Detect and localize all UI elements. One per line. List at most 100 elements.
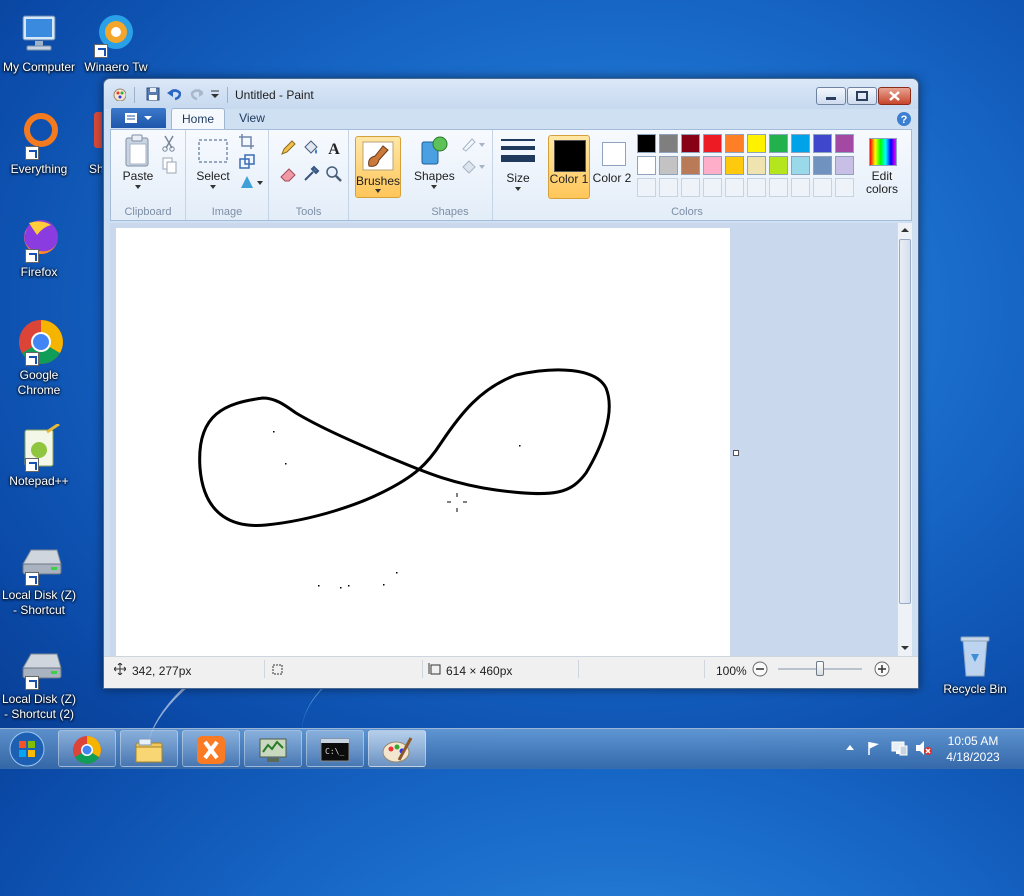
clock-time: 10:05 AM [947,734,999,748]
palette-swatch[interactable] [791,134,810,153]
custom-color-slot[interactable] [813,178,832,197]
desktop-icon-everything[interactable]: Everything [0,112,79,177]
palette-swatch[interactable] [813,156,832,175]
paint-window[interactable]: Untitled - Paint Home View ? Paste Clipb… [103,78,919,689]
custom-color-slot[interactable] [703,178,722,197]
show-hidden-icons-icon[interactable] [845,743,855,751]
vertical-scrollbar[interactable] [897,223,912,656]
zoom-slider-thumb[interactable] [816,661,824,676]
desktop-icon-winaero[interactable]: Winaero Tw [76,10,156,75]
zoom-in-icon[interactable] [874,661,890,677]
help-icon[interactable]: ? [896,111,912,127]
scrollbar-thumb[interactable] [899,239,911,604]
canvas-resize-handle[interactable] [733,450,739,456]
minimize-button[interactable] [816,87,846,105]
taskbar-paint[interactable] [368,730,426,767]
start-button[interactable] [5,729,49,769]
desktop-icon-local-disk-z-2[interactable]: Local Disk (Z) - Shortcut (2) [0,642,79,722]
palette-swatch[interactable] [659,134,678,153]
zoom-out-icon[interactable] [752,661,768,677]
taskbar-network-monitor[interactable] [244,730,302,767]
pencil-tool[interactable] [278,138,298,158]
custom-color-slot[interactable] [791,178,810,197]
custom-color-slot[interactable] [835,178,854,197]
palette-swatch[interactable] [813,134,832,153]
action-center-flag-icon[interactable] [866,740,882,756]
desktop-icon-recycle-bin[interactable]: Recycle Bin [935,632,1015,697]
copy-icon[interactable] [160,156,178,174]
qat-customize-icon[interactable] [210,87,224,101]
palette-swatch[interactable] [747,134,766,153]
palette-swatch[interactable] [703,134,722,153]
redo-icon[interactable] [189,87,203,101]
desktop-icon-chrome[interactable]: Google Chrome [0,318,79,398]
tab-home[interactable]: Home [171,108,225,129]
color2-button[interactable]: Color 2 [592,135,632,199]
palette-swatch[interactable] [637,156,656,175]
undo-icon[interactable] [167,87,181,101]
color-picker-tool[interactable] [301,164,321,184]
custom-color-slot[interactable] [769,178,788,197]
palette-swatch[interactable] [637,134,656,153]
crop-icon[interactable] [238,133,256,151]
text-tool[interactable]: A [324,138,344,158]
desktop-icon-partial[interactable]: Sh [76,112,102,177]
desktop-icon-local-disk-z[interactable]: Local Disk (Z) - Shortcut [0,538,79,618]
tab-view[interactable]: View [230,108,274,129]
palette-swatch[interactable] [769,156,788,175]
palette-swatch[interactable] [725,134,744,153]
system-clock[interactable]: 10:05 AM 4/18/2023 [933,733,1013,765]
palette-swatch[interactable] [703,156,722,175]
palette-swatch[interactable] [791,156,810,175]
close-button[interactable] [878,87,911,105]
volume-muted-icon[interactable] [914,740,932,756]
palette-swatch[interactable] [659,156,678,175]
desktop-icon-notepadpp[interactable]: Notepad++ [0,422,79,489]
fill-icon[interactable] [460,157,486,175]
network-icon[interactable] [890,740,908,756]
taskbar-xampp[interactable] [182,730,240,767]
scroll-up-icon[interactable] [901,227,909,233]
palette-swatch[interactable] [681,134,700,153]
desktop-icon-my-computer[interactable]: My Computer [0,10,79,75]
desktop-icon-firefox[interactable]: Firefox [0,215,79,280]
fill-tool[interactable] [301,138,321,158]
taskbar-chrome[interactable] [58,730,116,767]
outline-icon[interactable] [460,135,486,153]
custom-color-slot[interactable] [725,178,744,197]
custom-color-slot[interactable] [659,178,678,197]
taskbar-cmd[interactable]: C:\_ [306,730,364,767]
resize-icon[interactable] [238,153,256,171]
palette-swatch[interactable] [769,134,788,153]
maximize-button[interactable] [847,87,877,105]
select-button[interactable]: Select [195,134,231,192]
palette-swatch[interactable] [681,156,700,175]
eraser-tool[interactable] [278,164,298,184]
edit-colors-button[interactable]: Edit colors [855,134,905,196]
rotate-icon[interactable] [238,173,264,191]
brushes-button[interactable]: Brushes [355,136,401,198]
canvas-size: 614 × 460px [446,664,513,678]
taskbar-file-explorer[interactable] [120,730,178,767]
custom-color-slot[interactable] [637,178,656,197]
palette-swatch[interactable] [835,156,854,175]
paint-app-icon[interactable] [112,87,126,101]
paste-button[interactable]: Paste [120,134,156,192]
save-icon[interactable] [146,87,160,101]
custom-color-slot[interactable] [747,178,766,197]
shapes-button[interactable]: Shapes [414,134,455,192]
palette-swatch[interactable] [725,156,744,175]
color1-button[interactable]: Color 1 [548,135,590,199]
title-bar[interactable]: Untitled - Paint [104,79,918,109]
infinity-stroke [198,368,611,527]
shapes-icon [421,136,448,165]
drawing-canvas[interactable] [116,228,730,656]
cut-icon[interactable] [160,134,178,152]
magnifier-tool[interactable] [324,164,344,184]
file-menu-button[interactable] [111,108,166,128]
custom-color-slot[interactable] [681,178,700,197]
size-button[interactable]: Size [497,134,539,194]
scroll-down-icon[interactable] [901,645,909,651]
palette-swatch[interactable] [747,156,766,175]
palette-swatch[interactable] [835,134,854,153]
